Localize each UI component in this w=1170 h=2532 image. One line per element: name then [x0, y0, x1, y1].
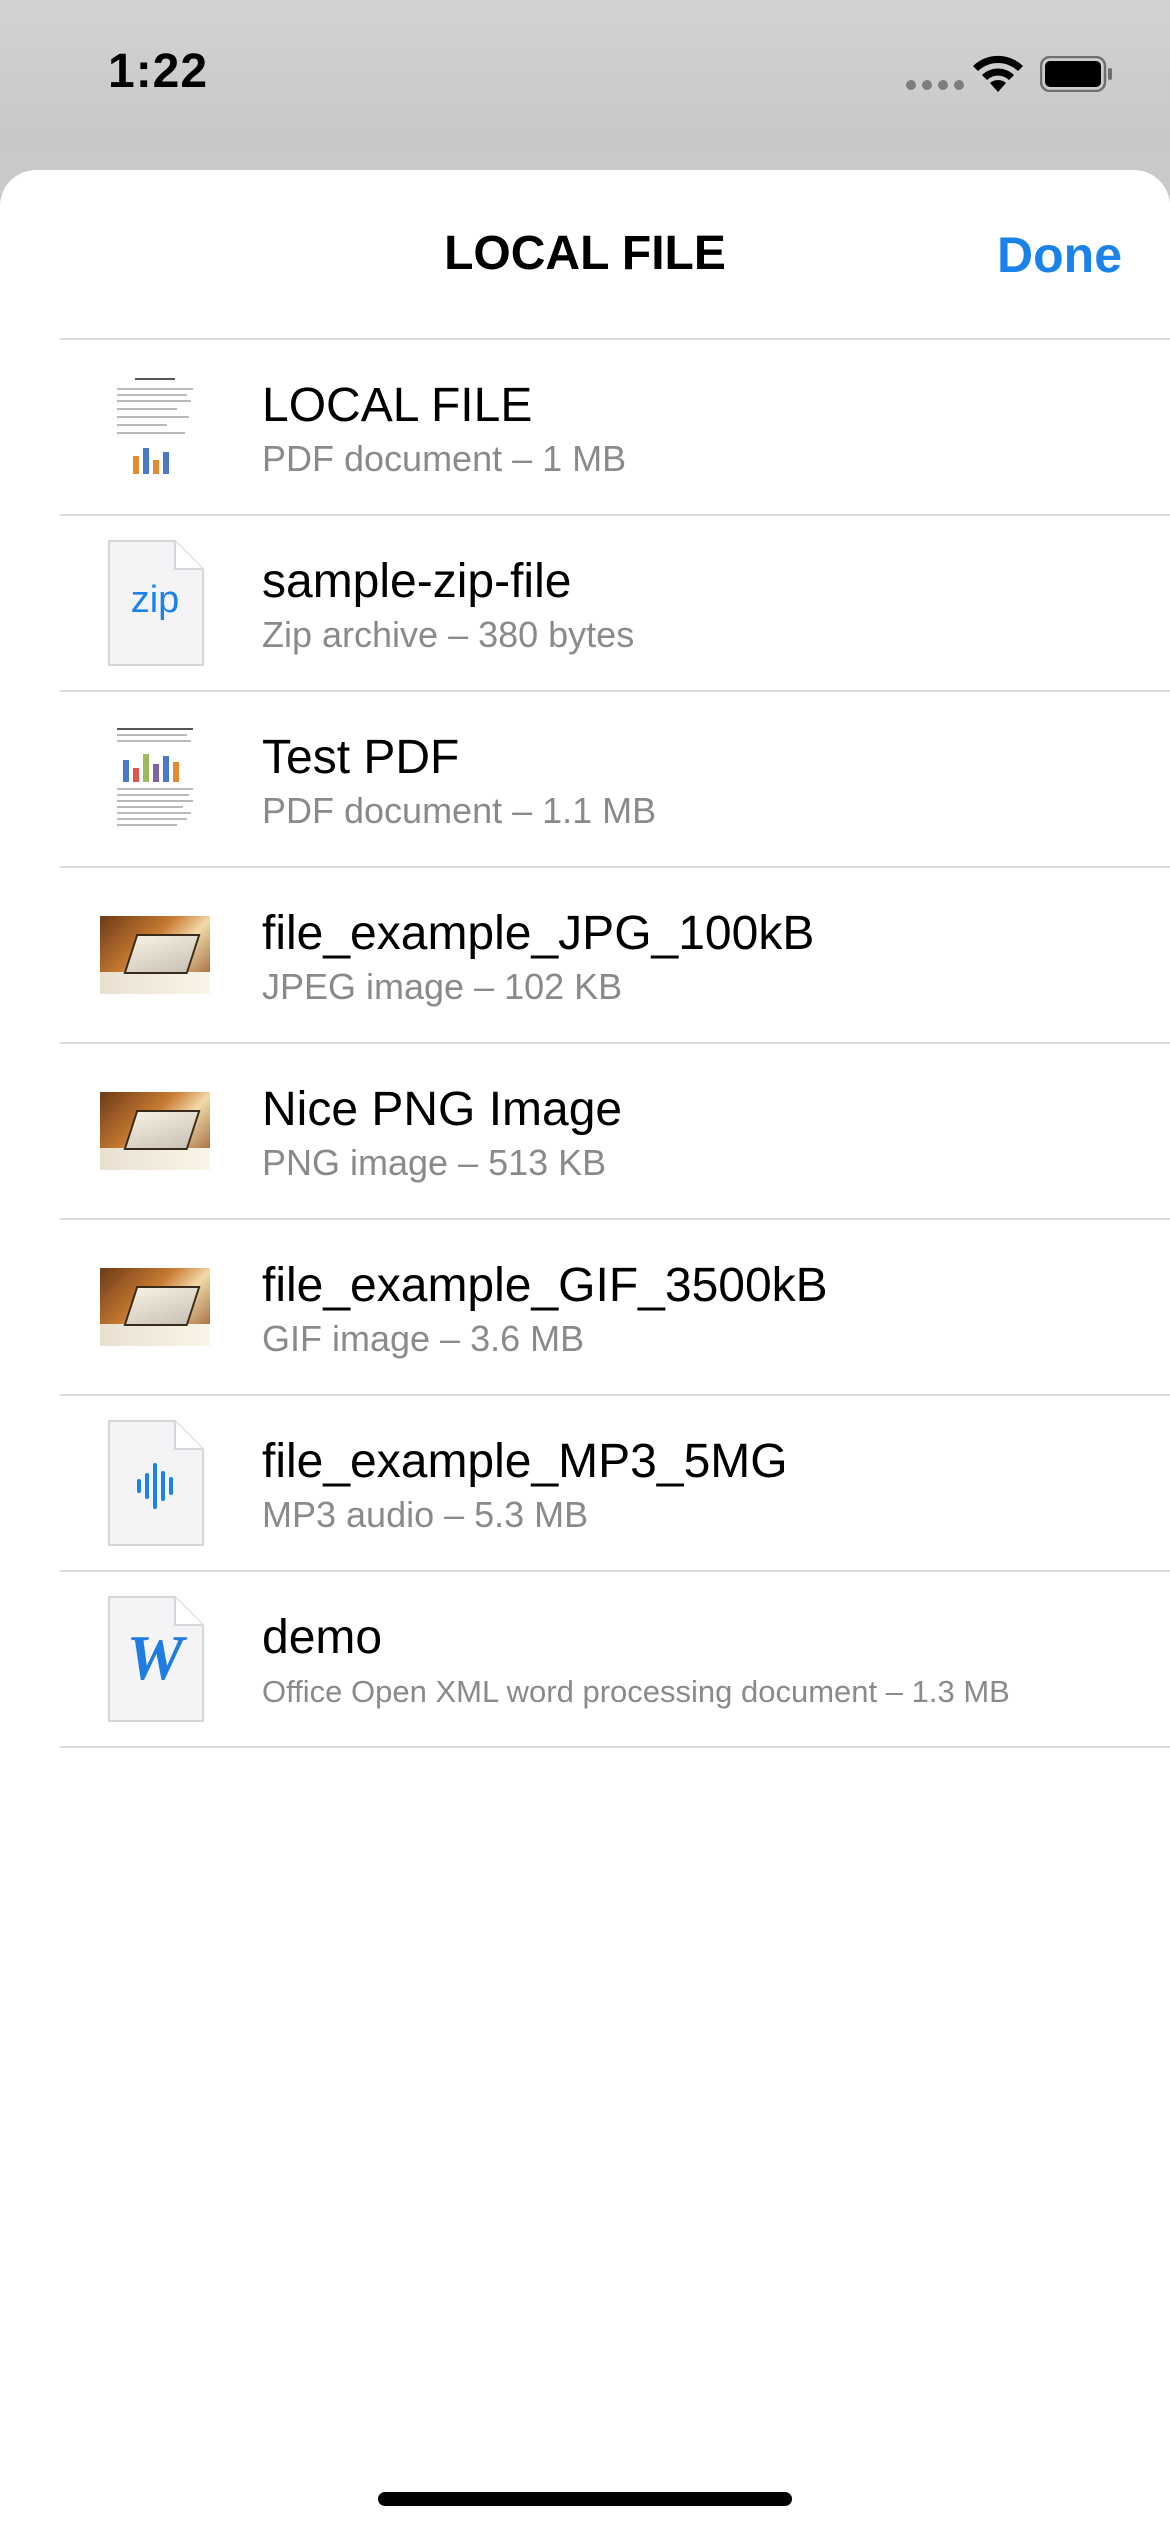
file-name: sample-zip-file [262, 555, 572, 608]
file-detail: PNG image – 513 KB [262, 1142, 607, 1183]
file-detail: GIF image – 3.6 MB [262, 1318, 585, 1359]
file-picker-sheet: LOCAL FILE Done LOCAL FILE PDF document … [0, 170, 1170, 2532]
file-name: LOCAL FILE [262, 379, 533, 432]
file-name: file_example_GIF_3500kB [262, 1259, 828, 1312]
file-detail: PDF document – 1 MB [262, 438, 627, 479]
file-row[interactable]: W demo Office Open XML word processing d… [60, 1570, 1170, 1748]
file-name: file_example_JPG_100kB [262, 907, 815, 960]
file-detail: MP3 audio – 5.3 MB [262, 1494, 589, 1535]
file-detail: PDF document – 1.1 MB [262, 790, 657, 831]
file-detail: Office Open XML word processing document… [262, 1674, 1010, 1709]
sheet-title: LOCAL FILE [444, 227, 726, 280]
status-time: 1:22 [108, 45, 209, 98]
cellular-signal-icon [906, 80, 964, 90]
file-name: file_example_MP3_5MG [262, 1435, 788, 1488]
file-row[interactable]: file_example_JPG_100kB JPEG image – 102 … [60, 866, 1170, 1042]
done-button[interactable]: Done [997, 226, 1122, 284]
file-detail: JPEG image – 102 KB [262, 966, 623, 1007]
image-thumbnail [100, 1066, 210, 1196]
zip-file-icon: zip [100, 538, 210, 668]
file-name: Test PDF [262, 731, 460, 784]
image-thumbnail [100, 890, 210, 1020]
status-bar: 1:22 [0, 0, 1170, 150]
file-detail: Zip archive – 380 bytes [262, 614, 635, 655]
file-row[interactable]: Nice PNG Image PNG image – 513 KB [60, 1042, 1170, 1218]
file-row[interactable]: zip sample-zip-file Zip archive – 380 by… [60, 514, 1170, 690]
zip-label: zip [130, 579, 180, 621]
file-list: LOCAL FILE PDF document – 1 MB zip sampl… [60, 338, 1170, 1748]
file-name: demo [262, 1611, 383, 1664]
home-indicator[interactable] [378, 2492, 792, 2506]
pdf-thumbnail [100, 362, 210, 492]
audio-file-icon [100, 1418, 210, 1548]
pdf-thumbnail [100, 714, 210, 844]
image-thumbnail [100, 1242, 210, 1372]
file-row[interactable]: LOCAL FILE PDF document – 1 MB [60, 338, 1170, 514]
file-row[interactable]: file_example_MP3_5MG MP3 audio – 5.3 MB [60, 1394, 1170, 1570]
file-row[interactable]: Test PDF PDF document – 1.1 MB [60, 690, 1170, 866]
word-label: W [126, 1622, 184, 1693]
wifi-icon [973, 55, 1023, 92]
battery-icon [1040, 56, 1112, 92]
file-name: Nice PNG Image [262, 1083, 623, 1136]
word-file-icon: W [100, 1594, 210, 1724]
file-row[interactable]: file_example_GIF_3500kB GIF image – 3.6 … [60, 1218, 1170, 1394]
